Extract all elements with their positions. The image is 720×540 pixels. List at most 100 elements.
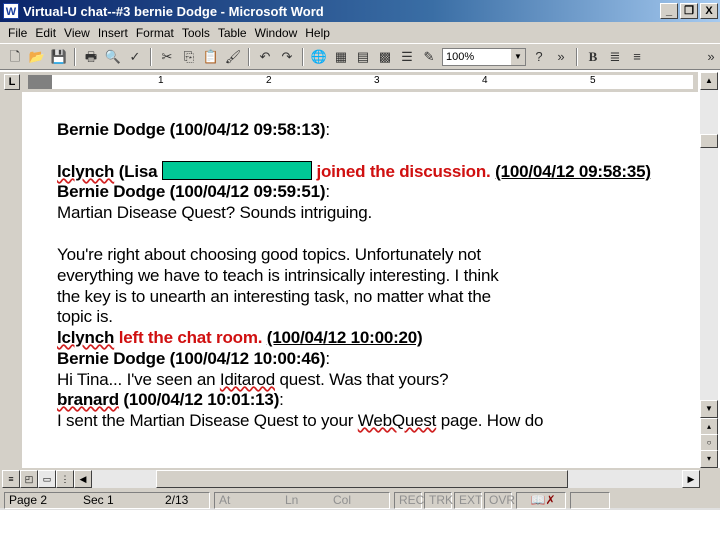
text-run: (Lisa	[114, 162, 162, 181]
toolbar-separator	[576, 47, 578, 66]
menu-view[interactable]: View	[64, 26, 90, 40]
horizontal-scroll-thumb[interactable]	[156, 470, 568, 488]
track-changes-indicator[interactable]: TRK	[424, 492, 453, 509]
zoom-value: 100%	[446, 50, 475, 63]
document-line: lclynch (Lisa joined the discussion. (10…	[57, 161, 651, 182]
text-run: Bernie Dodge (100/04/12 09:58:13)	[57, 120, 326, 139]
menu-help[interactable]: Help	[305, 26, 330, 40]
text-run: left the chat room.	[114, 328, 263, 347]
insert-excel-icon[interactable]: ▩	[376, 48, 394, 66]
cut-icon[interactable]: ✂	[158, 48, 176, 66]
columns-icon[interactable]: ☰	[398, 48, 416, 66]
menu-file[interactable]: File	[8, 26, 27, 40]
document-line: Bernie Dodge (100/04/12 10:00:46):	[57, 349, 330, 369]
word-app-icon[interactable]: W	[3, 3, 19, 19]
next-page-icon[interactable]: ▾	[700, 450, 718, 468]
document-line: You're right about choosing good topics.…	[57, 245, 481, 265]
format-painter-icon[interactable]: 🖌	[224, 48, 242, 66]
redaction-box	[161, 161, 312, 180]
scroll-right-icon[interactable]: ▶	[682, 470, 700, 488]
scroll-thumb[interactable]	[700, 134, 718, 148]
document-line: topic is.	[57, 307, 113, 327]
web-layout-view-icon[interactable]: ◰	[20, 470, 38, 488]
spelling-icon[interactable]: ✓	[126, 48, 144, 66]
text-run: Bernie Dodge (100/04/12 10:00:46)	[57, 349, 326, 368]
ruler-mark: 3	[374, 75, 380, 86]
help-icon[interactable]: ?	[530, 48, 548, 66]
close-button[interactable]: X	[700, 3, 718, 19]
toolbar-separator	[150, 47, 152, 66]
text-run: I sent the Martian Disease Quest to your	[57, 411, 358, 430]
undo-icon[interactable]: ↶	[256, 48, 274, 66]
text-run: topic is.	[57, 307, 113, 326]
text-run: page. How do	[436, 411, 544, 430]
record-macro-indicator[interactable]: REC	[394, 492, 424, 509]
text-run: lclynch	[57, 328, 115, 347]
text-run: Hi Tina... I've seen an	[57, 370, 220, 389]
text-run: (100/04/12 09:58:35)	[495, 162, 651, 181]
open-folder-icon[interactable]: 📂	[28, 48, 46, 66]
print-icon[interactable]: 🖶	[82, 48, 100, 66]
text-run: WebQuest	[357, 411, 437, 430]
text-run: Bernie Dodge (100/04/12 09:59:51)	[57, 182, 326, 201]
more-buttons-icon[interactable]: »	[702, 48, 720, 66]
horizontal-ruler[interactable]: L 1 2 3 4 5	[0, 72, 698, 92]
cursor-position: At Ln Col	[214, 492, 390, 509]
menu-format[interactable]: Format	[136, 26, 174, 40]
menu-bar: File Edit View Insert Format Tools Table…	[0, 22, 720, 44]
document-line: everything we have to teach is intrinsic…	[57, 266, 499, 286]
menu-edit[interactable]: Edit	[35, 26, 56, 40]
document-line: Martian Disease Quest? Sounds intriguing…	[57, 203, 372, 223]
paste-icon[interactable]: 📋	[202, 48, 220, 66]
document-line: Hi Tina... I've seen an Iditarod quest. …	[57, 370, 449, 390]
ruler-strip[interactable]: 1 2 3 4 5	[28, 75, 693, 89]
save-icon[interactable]: 💾	[50, 48, 68, 66]
text-run: :	[279, 390, 284, 409]
text-run: (100/04/12 10:01:13)	[118, 390, 280, 409]
text-run: branard	[57, 390, 119, 409]
vertical-scrollbar[interactable]: ▲ ▼ ▴ ○ ▾	[700, 72, 718, 468]
at-label: At	[219, 493, 231, 507]
extend-selection-indicator[interactable]: EXT	[454, 492, 482, 509]
menu-insert[interactable]: Insert	[98, 26, 128, 40]
overtype-indicator[interactable]: OVR	[484, 492, 515, 509]
justify-icon[interactable]: ≡	[628, 48, 646, 66]
text-run: :	[325, 120, 330, 139]
insert-table-icon[interactable]: ▤	[354, 48, 372, 66]
redo-icon[interactable]: ↷	[278, 48, 296, 66]
text-run: joined the discussion.	[311, 162, 491, 181]
menu-table[interactable]: Table	[218, 26, 247, 40]
align-center-icon[interactable]: ≣	[606, 48, 624, 66]
document-line: Bernie Dodge (100/04/12 09:59:51):	[57, 182, 330, 202]
text-run: Iditarod	[219, 370, 275, 389]
tables-borders-icon[interactable]: ▦	[332, 48, 350, 66]
drawing-icon[interactable]: ✎	[420, 48, 438, 66]
normal-view-icon[interactable]: ≡	[2, 470, 20, 488]
scroll-left-icon[interactable]: ◀	[74, 470, 92, 488]
text-run: the key is to unearth an interesting tas…	[57, 287, 491, 306]
new-document-icon[interactable]: 🗋	[6, 48, 24, 66]
text-run: :	[325, 349, 330, 368]
more-buttons-icon[interactable]: »	[552, 48, 570, 66]
menu-window[interactable]: Window	[255, 26, 298, 40]
web-toolbar-icon[interactable]: 🌐	[310, 48, 328, 66]
print-preview-icon[interactable]: 🔍	[104, 48, 122, 66]
print-layout-view-icon[interactable]: ▭	[38, 470, 56, 488]
minimize-button[interactable]: _	[660, 3, 678, 19]
document-area[interactable]: Bernie Dodge (100/04/12 09:58:13): lclync…	[0, 92, 698, 468]
copy-icon[interactable]: ⎘	[180, 48, 198, 66]
page-info: Page 2 Sec 1 2/13	[4, 492, 210, 509]
vertical-ruler	[0, 92, 22, 468]
bold-button[interactable]: B	[584, 48, 602, 66]
chevron-down-icon[interactable]: ▼	[511, 48, 525, 65]
tab-stop-button[interactable]: L	[4, 74, 20, 90]
scroll-down-icon[interactable]: ▼	[700, 400, 718, 418]
scroll-up-icon[interactable]: ▲	[700, 72, 718, 90]
zoom-select[interactable]: 100% ▼	[442, 47, 526, 66]
menu-tools[interactable]: Tools	[182, 26, 210, 40]
restore-button[interactable]: ❐	[680, 3, 698, 19]
spelling-status-icon[interactable]: 📖✗	[516, 492, 566, 509]
outline-view-icon[interactable]: ⋮	[56, 470, 74, 488]
column-label: Col	[333, 493, 352, 507]
status-bar: Page 2 Sec 1 2/13 At Ln Col REC TRK EXT …	[0, 490, 720, 510]
